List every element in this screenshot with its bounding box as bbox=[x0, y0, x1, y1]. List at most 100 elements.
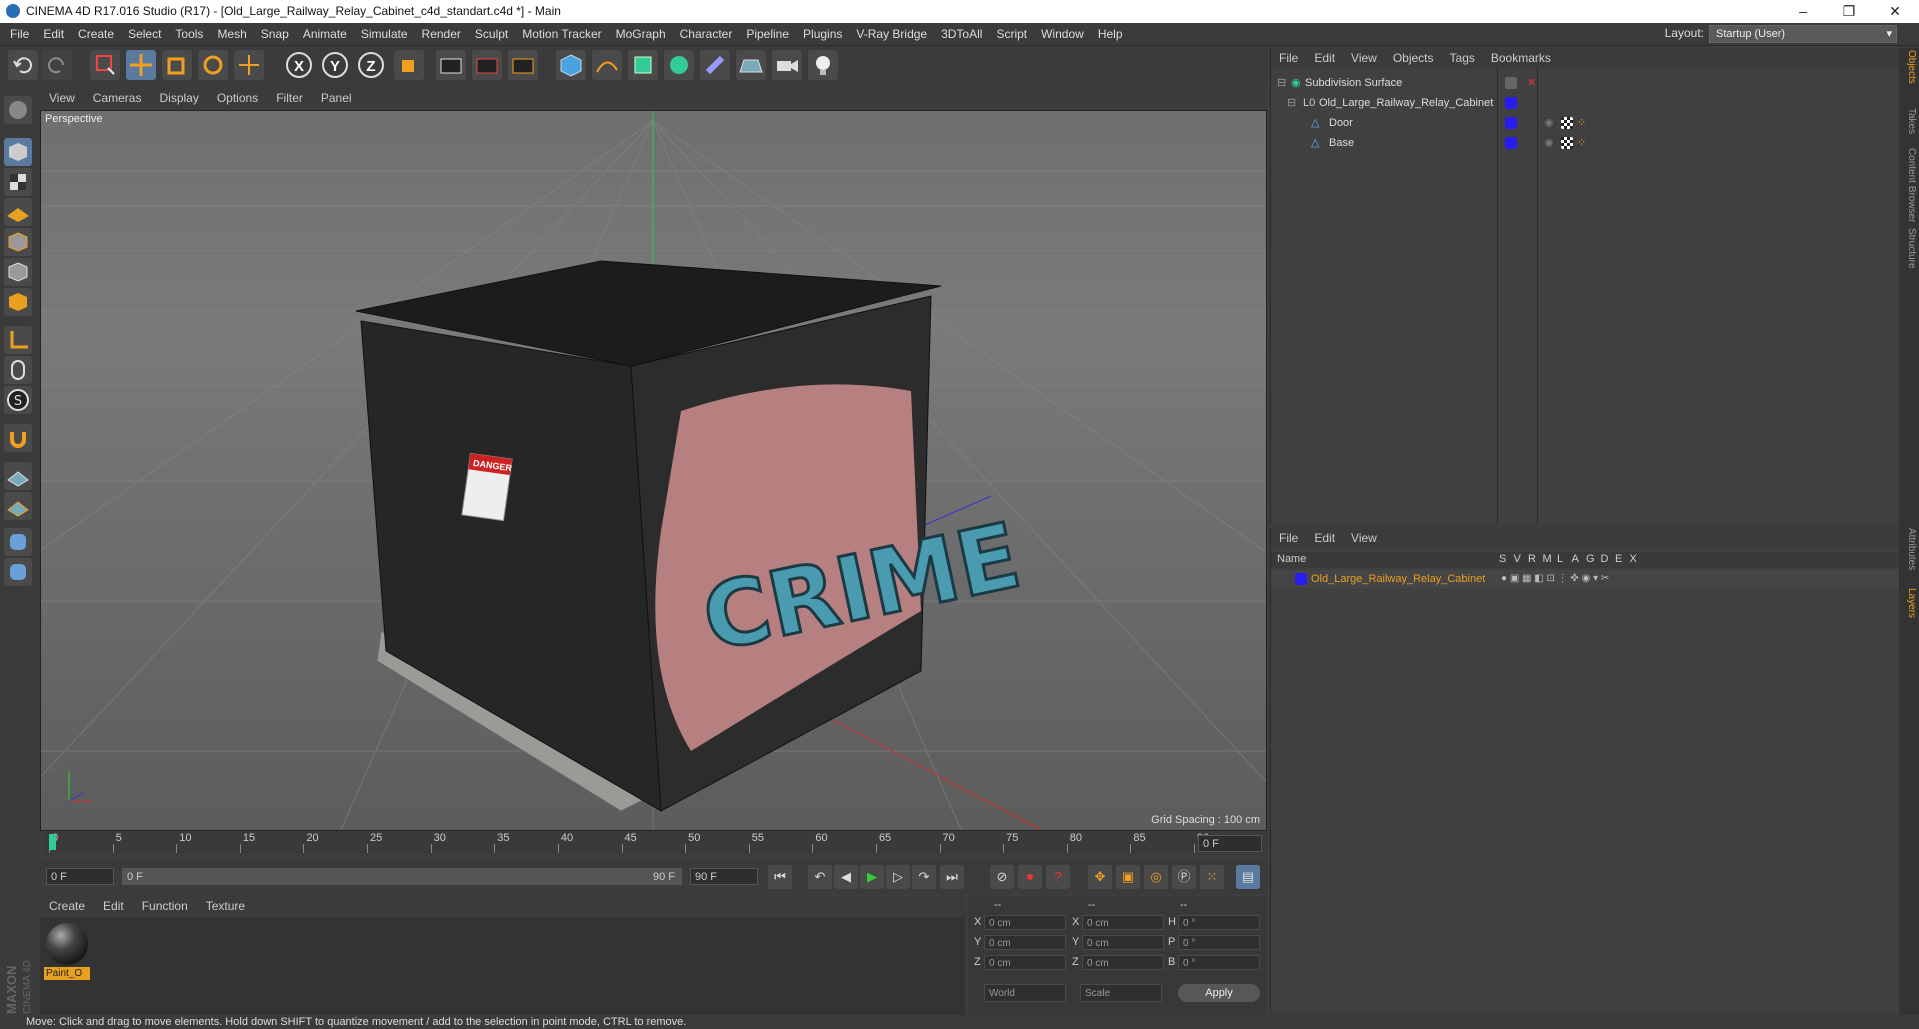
locked-workplane-button[interactable] bbox=[4, 462, 32, 490]
layer-menu-view[interactable]: View bbox=[1343, 528, 1385, 548]
phong-tag-icon[interactable]: ⁘ bbox=[1577, 114, 1586, 132]
transform-tool-button[interactable] bbox=[234, 50, 264, 80]
x-axis-toggle[interactable]: X bbox=[286, 52, 312, 78]
layer-column-a[interactable]: A bbox=[1572, 553, 1579, 565]
coord-pos-field[interactable]: 0 cm bbox=[984, 955, 1066, 970]
uvw-tag-icon[interactable] bbox=[1561, 137, 1573, 149]
add-camera-button[interactable] bbox=[772, 50, 802, 80]
workplane-mode-button[interactable] bbox=[4, 198, 32, 226]
viewport-menu-view[interactable]: View bbox=[40, 88, 84, 108]
viewport-perspective[interactable]: CRIME DANGER Perspective Grid Spacing : … bbox=[40, 110, 1267, 831]
side-tab-structure[interactable]: Structure bbox=[1901, 228, 1917, 269]
material-swatch[interactable]: Paint_O bbox=[42, 919, 92, 985]
undo-button[interactable] bbox=[8, 50, 38, 80]
scale-select[interactable]: Scale bbox=[1080, 984, 1162, 1002]
side-tab-objects[interactable]: Objects bbox=[1901, 50, 1917, 84]
layer-column-s[interactable]: S bbox=[1499, 553, 1506, 565]
menu-snap[interactable]: Snap bbox=[254, 23, 296, 45]
texture-mode-button[interactable] bbox=[4, 168, 32, 196]
rotate-tool-button[interactable] bbox=[198, 50, 228, 80]
enable-snap-button[interactable] bbox=[4, 424, 32, 452]
planar-workplane-button[interactable] bbox=[4, 492, 32, 520]
timeline-window-button[interactable]: ▤ bbox=[1236, 865, 1260, 889]
viewport-menu-filter[interactable]: Filter bbox=[267, 88, 312, 108]
material-menu-texture[interactable]: Texture bbox=[197, 896, 254, 916]
side-tab-layers[interactable]: Layers bbox=[1901, 588, 1917, 618]
tweak-mode-button[interactable] bbox=[4, 356, 32, 384]
object-menu-bookmarks[interactable]: Bookmarks bbox=[1483, 48, 1559, 68]
next-frame-button[interactable]: ▷ bbox=[886, 865, 910, 889]
point-level-key-button[interactable]: ⁙ bbox=[1200, 865, 1224, 889]
model-mode-button[interactable] bbox=[4, 138, 32, 166]
parameter-key-button[interactable]: Ⓟ bbox=[1172, 865, 1196, 889]
layer-column-v[interactable]: V bbox=[1514, 553, 1521, 565]
object-menu-edit[interactable]: Edit bbox=[1306, 48, 1343, 68]
coord-size-field[interactable]: 0 cm bbox=[1082, 955, 1164, 970]
tree-row-subdivision-surface[interactable]: ⊟ ◉ Subdivision Surface ✕ bbox=[1271, 74, 1899, 92]
scale-tool-button[interactable] bbox=[162, 50, 192, 80]
viewport-menu-cameras[interactable]: Cameras bbox=[84, 88, 151, 108]
coord-pos-field[interactable]: 0 cm bbox=[984, 935, 1066, 950]
coord-size-field[interactable]: 0 cm bbox=[1082, 935, 1164, 950]
menu-create[interactable]: Create bbox=[71, 23, 121, 45]
layer-column-g[interactable]: G bbox=[1586, 553, 1595, 565]
side-tab-takes[interactable]: Takes bbox=[1901, 108, 1917, 134]
layer-menu-file[interactable]: File bbox=[1271, 528, 1306, 548]
playhead[interactable] bbox=[49, 834, 56, 850]
tree-row-base[interactable]: △ Base ⁘ bbox=[1271, 134, 1899, 152]
menu-edit[interactable]: Edit bbox=[36, 23, 71, 45]
coord-size-field[interactable]: 0 cm bbox=[1082, 915, 1164, 930]
go-to-end-button[interactable]: ⏭ bbox=[940, 865, 964, 889]
world-select[interactable]: World bbox=[984, 984, 1066, 1002]
coord-rot-field[interactable]: 0 ° bbox=[1178, 915, 1260, 930]
menu-help[interactable]: Help bbox=[1091, 23, 1130, 45]
layer-flags-icons[interactable]: ● ▣ ▦ ◧ ⊡ ⋮ ✜ ◉ ▾ ✂ bbox=[1501, 570, 1609, 588]
live-selection-button[interactable] bbox=[90, 50, 120, 80]
scale-key-button[interactable]: ▣ bbox=[1116, 865, 1140, 889]
viewport-menu-display[interactable]: Display bbox=[150, 88, 207, 108]
move-tool-button[interactable] bbox=[126, 50, 156, 80]
material-menu-edit[interactable]: Edit bbox=[94, 896, 133, 916]
object-menu-file[interactable]: File bbox=[1271, 48, 1306, 68]
add-spline-button[interactable] bbox=[592, 50, 622, 80]
add-mograph-button[interactable] bbox=[664, 50, 694, 80]
previous-frame-button[interactable]: ◀ bbox=[834, 865, 858, 889]
menu-file[interactable]: File bbox=[3, 23, 36, 45]
layer-column-e[interactable]: E bbox=[1615, 553, 1622, 565]
maximize-button[interactable]: ❐ bbox=[1826, 0, 1872, 23]
points-mode-button[interactable] bbox=[4, 228, 32, 256]
add-floor-button[interactable] bbox=[736, 50, 766, 80]
next-key-button[interactable]: ↷ bbox=[912, 865, 936, 889]
menu-script[interactable]: Script bbox=[989, 23, 1034, 45]
z-axis-toggle[interactable]: Z bbox=[358, 52, 384, 78]
coord-pos-field[interactable]: 0 cm bbox=[984, 915, 1066, 930]
python-script-button[interactable] bbox=[4, 528, 32, 556]
redo-button[interactable] bbox=[42, 50, 72, 80]
make-editable-button[interactable] bbox=[4, 96, 32, 124]
menu-mesh[interactable]: Mesh bbox=[210, 23, 253, 45]
current-frame-field[interactable]: 0 F bbox=[1198, 835, 1262, 852]
add-deformer-button[interactable] bbox=[700, 50, 730, 80]
end-frame-field[interactable]: 90 F bbox=[690, 868, 758, 885]
apply-button[interactable]: Apply bbox=[1178, 984, 1260, 1002]
edges-mode-button[interactable] bbox=[4, 258, 32, 286]
range-slider[interactable]: 0 F 90 F bbox=[122, 868, 682, 885]
layer-column-r[interactable]: R bbox=[1528, 553, 1536, 565]
menu-mograph[interactable]: MoGraph bbox=[609, 23, 673, 45]
render-picture-viewer-button[interactable] bbox=[472, 50, 502, 80]
viewport-menu-panel[interactable]: Panel bbox=[312, 88, 361, 108]
uvw-tag-icon[interactable] bbox=[1561, 117, 1573, 129]
menu-select[interactable]: Select bbox=[121, 23, 168, 45]
menu-animate[interactable]: Animate bbox=[296, 23, 354, 45]
layer-column-x[interactable]: X bbox=[1630, 553, 1637, 565]
y-axis-toggle[interactable]: Y bbox=[322, 52, 348, 78]
menu-plugins[interactable]: Plugins bbox=[796, 23, 849, 45]
layer-row[interactable]: Old_Large_Railway_Relay_Cabinet ● ▣ ▦ ◧ … bbox=[1271, 570, 1899, 588]
add-light-button[interactable] bbox=[808, 50, 838, 80]
snap-toggle-button[interactable]: S bbox=[4, 386, 32, 414]
previous-key-button[interactable]: ↶ bbox=[808, 865, 832, 889]
keyframe-selection-button[interactable]: ? bbox=[1046, 865, 1070, 889]
viewport-menu-options[interactable]: Options bbox=[208, 88, 267, 108]
tree-row-door[interactable]: △ Door ⁘ bbox=[1271, 114, 1899, 132]
coord-rot-field[interactable]: 0 ° bbox=[1178, 935, 1260, 950]
